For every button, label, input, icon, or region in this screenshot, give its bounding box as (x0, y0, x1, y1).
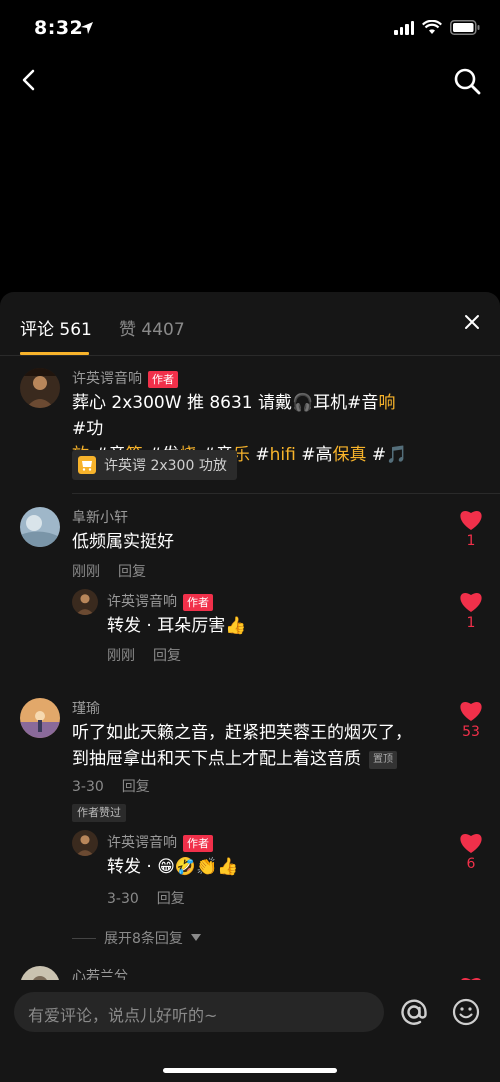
author-badge: 作者 (183, 593, 213, 611)
author-badge: 作者 (148, 370, 178, 388)
like-count: 53 (462, 724, 480, 740)
comment-text: 低频属实挺好 (72, 532, 174, 552)
avatar[interactable] (20, 698, 60, 738)
like-button[interactable]: 6 (456, 832, 486, 872)
author-liked-tag: 作者赞过 (72, 804, 126, 822)
comment-time: 3-30 (107, 891, 139, 907)
comment-sheet: 评论 561 赞 4407 许英谔音响 作者 葬心 2x300W 推 8631 请… (0, 292, 500, 1082)
avatar[interactable] (72, 589, 98, 615)
heart-icon (460, 593, 482, 612)
like-button[interactable]: 1 (456, 591, 486, 631)
commenter-name[interactable]: 许英谔音响 (107, 594, 177, 610)
back-icon[interactable] (16, 66, 44, 94)
comment-time: 刚刚 (72, 564, 100, 580)
caret-down-icon (190, 934, 201, 941)
comment-text: 转发 · 耳朵厉害👍 (107, 616, 247, 636)
comment-time: 3-30 (72, 779, 104, 795)
reply-button[interactable]: 回复 (157, 891, 185, 907)
comment-input-bar: 有爱评论，说点儿好听的~ (0, 980, 500, 1082)
product-tag[interactable]: 许英谔 2x300 功放 (72, 450, 237, 480)
like-button[interactable]: 53 (456, 700, 486, 740)
comment-time: 刚刚 (107, 648, 135, 664)
avatar[interactable] (72, 830, 98, 856)
comment-item: 瑾瑜 听了如此天籁之音，赶紧把芙蓉王的烟灭了， 到抽屉拿出和天下点上才配上着这音… (0, 686, 500, 966)
product-label: 许英谔 2x300 功放 (104, 458, 227, 474)
commenter-name[interactable]: 瑾瑜 (72, 698, 100, 718)
search-icon[interactable] (452, 66, 482, 96)
like-button[interactable]: 1 (456, 509, 486, 549)
reply-button[interactable]: 回复 (118, 564, 146, 580)
avatar[interactable] (20, 368, 60, 408)
battery-icon (450, 20, 480, 35)
heart-icon (460, 834, 482, 853)
comment-item: 阜新小轩 低频属实挺好 刚刚 回复 1 许英谔音响 作者 转发 · 耳朵厉害👍 刚刚… (0, 493, 500, 683)
reply-button[interactable]: 回复 (153, 648, 181, 664)
author-badge: 作者 (183, 834, 213, 852)
emoji-icon[interactable] (452, 998, 480, 1026)
cellular-signal-icon (394, 20, 414, 35)
avatar[interactable] (20, 507, 60, 547)
comment-input[interactable]: 有爱评论，说点儿好听的~ (14, 992, 384, 1032)
commenter-name[interactable]: 许英谔音响 (107, 835, 177, 851)
location-arrow-icon (81, 22, 93, 34)
commenter-name[interactable]: 许英谔音响 (72, 371, 142, 387)
comment-tabs: 评论 561 赞 4407 (0, 292, 500, 356)
top-nav (0, 60, 500, 100)
shopping-cart-icon (78, 456, 96, 474)
divider (72, 937, 96, 939)
status-bar: 8:32 (0, 0, 500, 60)
like-count: 6 (466, 856, 476, 872)
like-count: 1 (466, 615, 476, 631)
tab-comments[interactable]: 评论 561 (20, 315, 92, 340)
comment-text: 听了如此天籁之音，赶紧把芙蓉王的烟灭了， 到抽屉拿出和天下点上才配上着这音质 置顶 (72, 723, 412, 769)
home-indicator (163, 1068, 337, 1073)
status-icons (394, 20, 480, 35)
expand-replies-button[interactable]: 展开8条回复 (72, 928, 201, 948)
like-count: 1 (466, 533, 476, 549)
commenter-name[interactable]: 阜新小轩 (72, 507, 128, 527)
heart-icon (460, 511, 482, 530)
active-tab-indicator (20, 352, 89, 355)
wifi-icon (422, 20, 442, 34)
close-icon[interactable] (464, 314, 480, 330)
status-time: 8:32 (34, 17, 84, 39)
tab-likes[interactable]: 赞 4407 (119, 315, 185, 340)
mention-at-icon[interactable] (398, 996, 430, 1028)
reply-button[interactable]: 回复 (122, 779, 150, 795)
expand-replies-label: 展开8条回复 (104, 931, 183, 947)
comment-text: 转发 · 😁🤣👏👍 (107, 857, 239, 877)
heart-icon (460, 702, 482, 721)
pinned-tag: 置顶 (369, 751, 397, 769)
